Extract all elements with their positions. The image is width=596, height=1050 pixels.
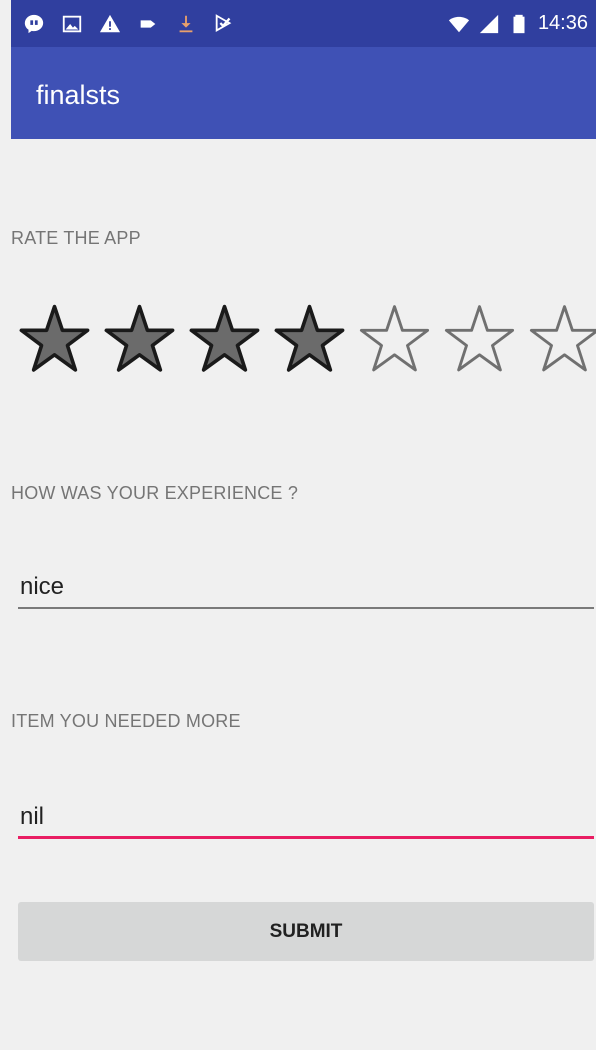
chat-icon [23,13,45,35]
item-needed-label: ITEM YOU NEEDED MORE [11,711,241,731]
status-bar: 14:36 [11,0,596,47]
item-needed-input[interactable]: nil [18,795,594,839]
item-needed-value: nil [20,803,45,830]
battery-icon [508,13,530,35]
star-empty-icon[interactable] [357,303,432,375]
warning-icon [99,13,121,35]
star-empty-icon[interactable] [442,303,517,375]
image-icon [61,13,83,35]
star-empty-icon[interactable] [527,303,596,375]
item-needed-underline [18,836,594,839]
download-icon [175,13,197,35]
status-time: 14:36 [537,12,588,34]
rating-bar[interactable] [17,303,596,375]
experience-underline [18,607,594,609]
rate-label: RATE THE APP [11,228,141,248]
experience-value: nice [20,573,65,600]
label-icon [137,13,159,35]
star-filled-icon[interactable] [17,303,92,375]
submit-button[interactable]: SUBMIT [18,902,594,961]
experience-input[interactable]: nice [18,565,594,609]
star-filled-icon[interactable] [272,303,347,375]
wifi-icon [448,13,470,35]
checkbox-icon [213,13,235,35]
app-screen: 14:36 finalsts RATE THE APP HOW WAS YOUR… [11,0,596,1050]
experience-label: HOW WAS YOUR EXPERIENCE ? [11,483,299,503]
app-bar: finalsts [11,47,596,139]
star-filled-icon[interactable] [102,303,177,375]
app-title: finalsts [36,80,121,110]
signal-icon [478,13,500,35]
star-filled-icon[interactable] [187,303,262,375]
